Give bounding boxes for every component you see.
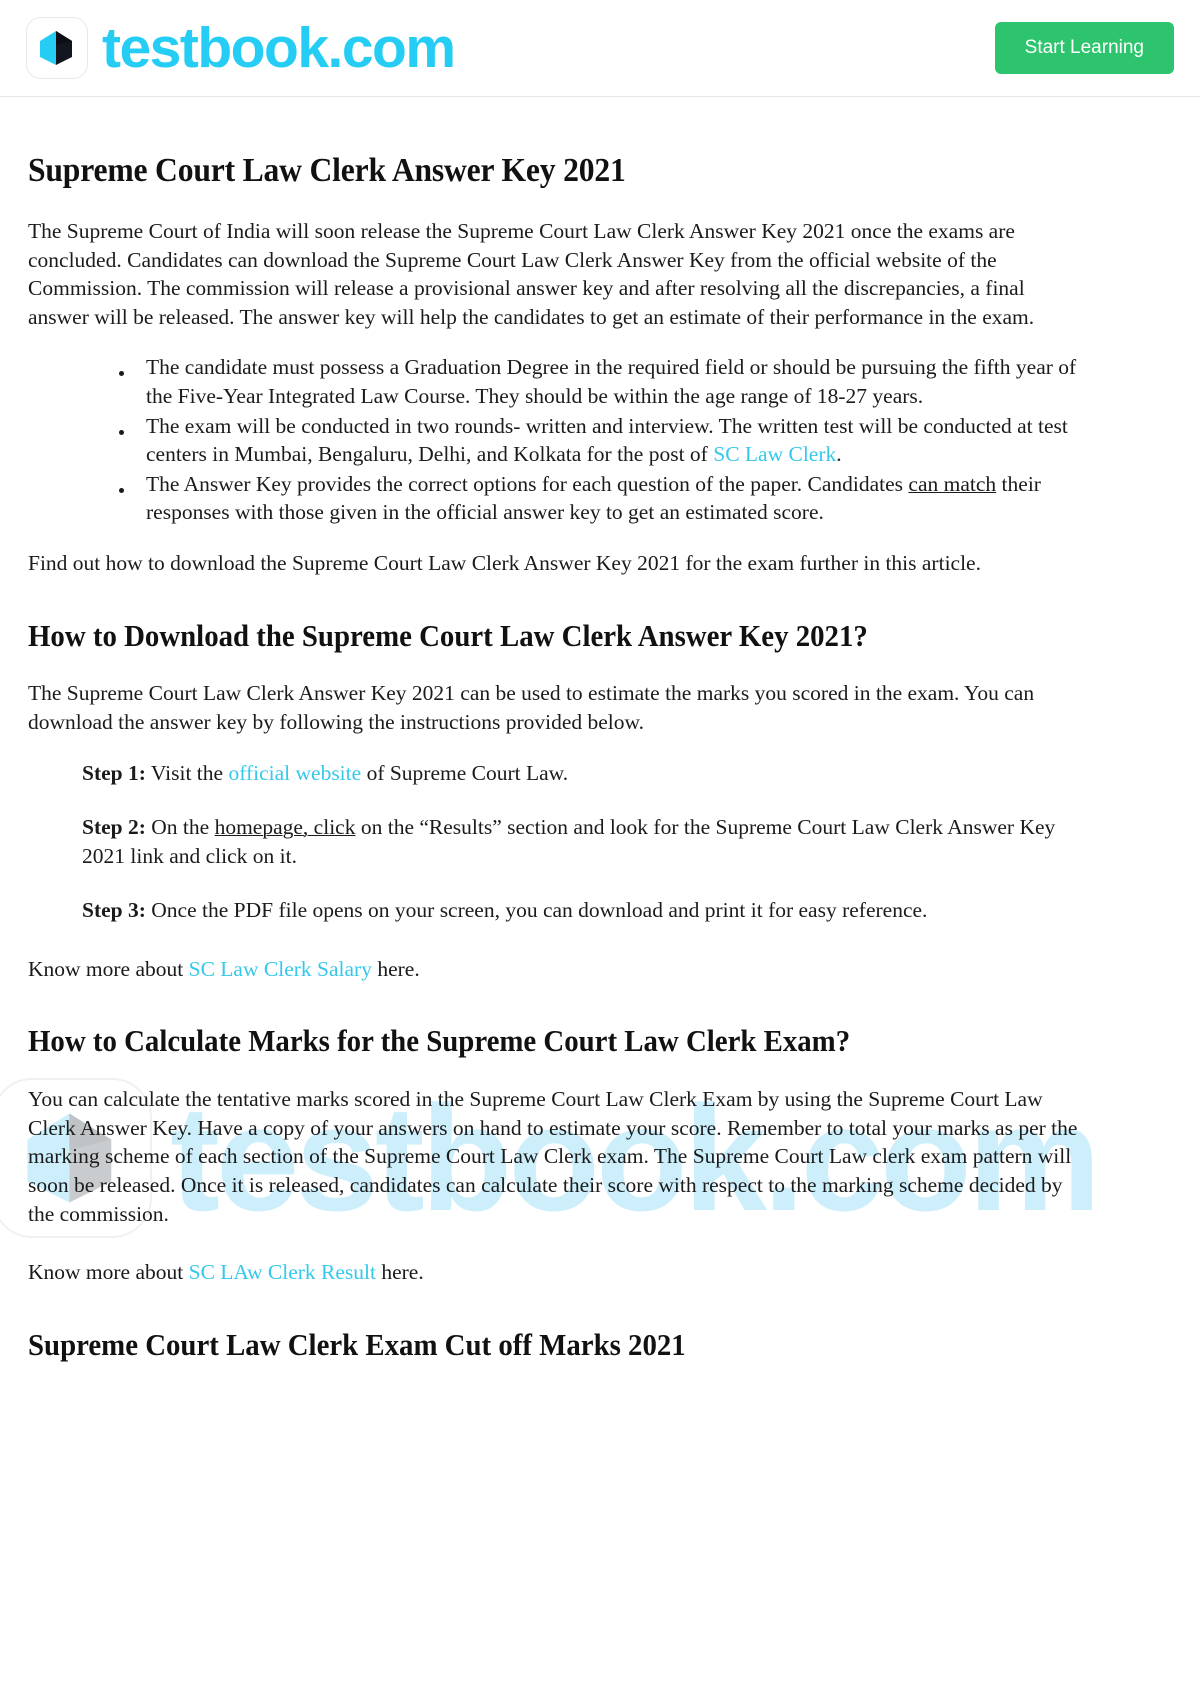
step-2-label: Step 2: — [82, 815, 146, 840]
brand-name: testbook.com — [102, 15, 456, 80]
can-match-underlined: can match — [908, 471, 997, 496]
homepage-click-underlined: homepage, click — [214, 815, 356, 840]
step-3-text: Once the PDF file opens on your screen, … — [145, 898, 928, 923]
know-more-salary-prefix: Know more about — [28, 956, 189, 981]
know-more-result-prefix: Know more about — [28, 1260, 189, 1285]
step-3-label: Step 3: — [82, 898, 146, 923]
step-3: Step 3: Once the PDF file opens on your … — [82, 896, 1090, 925]
know-more-result-suffix: here. — [375, 1260, 424, 1285]
section-heading-download: How to Download the Supreme Court Law Cl… — [28, 617, 868, 653]
sc-law-clerk-link[interactable]: SC Law Clerk — [713, 442, 836, 466]
know-more-salary: Know more about SC Law Clerk Salary here… — [28, 955, 1090, 984]
download-paragraph: The Supreme Court Law Clerk Answer Key 2… — [28, 681, 1035, 734]
brand-logo[interactable]: testbook.com — [26, 15, 456, 80]
intro-paragraph: The Supreme Court of India will soon rel… — [28, 219, 1035, 329]
bullet-2-text: The exam will be conducted in two rounds… — [146, 413, 1068, 467]
bullet-3-text: The Answer Key provides the correct opti… — [146, 471, 909, 496]
site-header: testbook.com Start Learning — [0, 0, 1200, 97]
bullet-1-text: The candidate must possess a Graduation … — [146, 355, 1077, 409]
calculate-paragraph: You can calculate the tentative marks sc… — [28, 1087, 1078, 1226]
sc-law-clerk-salary-link[interactable]: SC Law Clerk Salary — [189, 957, 372, 981]
step-2: Step 2: On the homepage, click on the “R… — [82, 813, 1090, 870]
find-out-paragraph: Find out how to download the Supreme Cou… — [28, 551, 981, 576]
list-item: The candidate must possess a Graduation … — [119, 353, 1090, 410]
step-1-label: Step 1: — [82, 760, 146, 785]
official-website-link[interactable]: official website — [228, 761, 361, 785]
list-item: The exam will be conducted in two rounds… — [119, 412, 1090, 469]
section-heading-calculate: How to Calculate Marks for the Supreme C… — [28, 1023, 851, 1059]
start-learning-button[interactable]: Start Learning — [994, 22, 1174, 74]
step-1: Step 1: Visit the official website of Su… — [82, 759, 1090, 788]
download-steps: Step 1: Visit the official website of Su… — [28, 759, 1090, 925]
key-points-list: The candidate must possess a Graduation … — [28, 353, 1090, 527]
page-title: Supreme Court Law Clerk Answer Key 2021 — [28, 152, 626, 189]
step-2-text-before: On the — [145, 815, 215, 840]
step-1-text-after: of Supreme Court Law. — [361, 760, 569, 785]
know-more-result: Know more about SC LAw Clerk Result here… — [28, 1258, 1090, 1287]
bullet-2-text-after: . — [836, 442, 842, 467]
open-book-icon — [26, 17, 88, 79]
section-heading-cutoff: Supreme Court Law Clerk Exam Cut off Mar… — [28, 1326, 686, 1362]
list-item: The Answer Key provides the correct opti… — [119, 470, 1090, 527]
step-1-text-before: Visit the — [145, 760, 229, 785]
know-more-salary-suffix: here. — [371, 956, 420, 981]
article-content: Supreme Court Law Clerk Answer Key 2021 … — [0, 151, 1120, 1428]
sc-law-clerk-result-link[interactable]: SC LAw Clerk Result — [189, 1260, 376, 1284]
bottom-spacer — [28, 1388, 1090, 1428]
